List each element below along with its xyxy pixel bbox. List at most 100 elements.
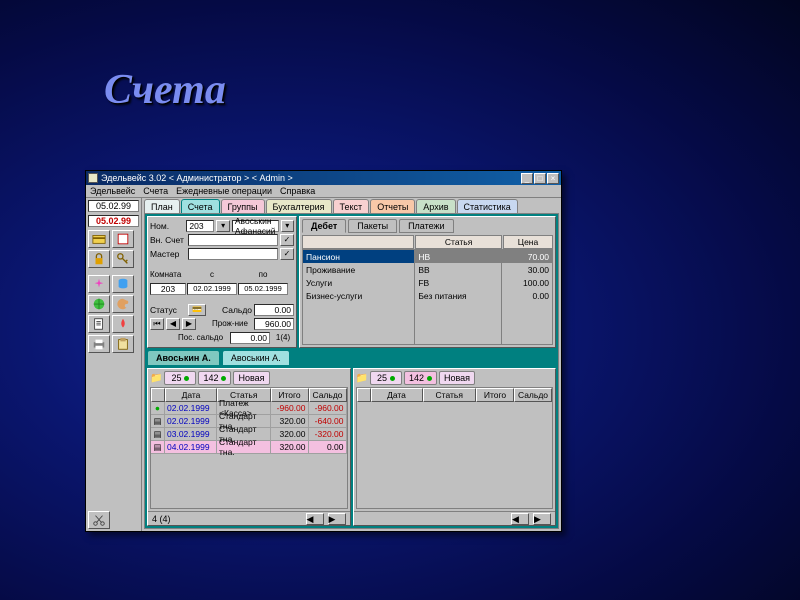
input-master[interactable] <box>188 248 278 260</box>
svc-article-3[interactable]: Без питания <box>415 289 501 302</box>
svc-name-2[interactable]: Услуги <box>303 276 414 289</box>
tool-key-icon[interactable] <box>112 250 134 268</box>
nom-dropdown-icon[interactable]: ▾ <box>216 220 229 232</box>
svc-header-blank <box>302 235 414 249</box>
tab-accounting[interactable]: Бухгалтерия <box>266 199 332 213</box>
pill-right-25[interactable]: 25 <box>370 371 402 385</box>
ledger-right-body[interactable] <box>357 402 553 508</box>
value-proj: 960.00 <box>254 318 294 330</box>
guest-tab-1[interactable]: Авоськин А. <box>147 350 220 366</box>
svc-grid[interactable]: Пансион Проживание Услуги Бизнес-услуги … <box>302 249 553 345</box>
services-panel: Дебет Пакеты Платежи Статья Цена Пансион <box>299 216 556 348</box>
menu-accounts[interactable]: Счета <box>143 186 168 196</box>
nav-prev-icon[interactable]: ◀ <box>166 318 180 330</box>
svc-name-1[interactable]: Проживание <box>303 263 414 276</box>
tab-accounts[interactable]: Счета <box>181 199 220 213</box>
tab-plan[interactable]: План <box>144 199 180 213</box>
workspace: Ном. 203 ▾ Авоськин Афанасий ▾ Вн. Счет … <box>144 213 559 529</box>
row-saldo: -640.00 <box>309 415 347 428</box>
tab-reports[interactable]: Отчеты <box>370 199 415 213</box>
gh-saldo[interactable]: Сальдо <box>309 388 347 402</box>
close-button[interactable]: × <box>547 173 559 184</box>
value-posaldo: 0.00 <box>230 332 270 344</box>
gh-date[interactable]: Дата <box>165 388 217 402</box>
slide-title: Счета <box>104 66 226 114</box>
tool-clipboard-icon[interactable] <box>112 335 134 353</box>
ledger-left-body[interactable]: ● 02.02.1999 Платеж <Касса> -960.00 -960… <box>151 402 347 508</box>
date-primary[interactable]: 05.02.99 <box>88 200 139 212</box>
svc-tab-packages[interactable]: Пакеты <box>348 219 397 233</box>
tool-printer-icon[interactable] <box>88 335 110 353</box>
svc-tab-payments[interactable]: Платежи <box>399 219 454 233</box>
tab-stats[interactable]: Статистика <box>457 199 518 213</box>
label-proj: Прож-ние <box>212 319 252 328</box>
pill-right-142[interactable]: 142 <box>404 371 437 385</box>
ledger-left-status: 4 (4) ◀ ▶ <box>148 511 350 525</box>
date-secondary[interactable]: 05.02.99 <box>88 215 139 227</box>
svc-name-0[interactable]: Пансион <box>303 250 414 263</box>
gh-icon <box>357 388 371 402</box>
main-tabstrip: План Счета Группы Бухгалтерия Текст Отче… <box>142 198 561 213</box>
svc-name-3[interactable]: Бизнес-услуги <box>303 289 414 302</box>
svc-price-1[interactable]: 30.00 <box>502 263 552 276</box>
input-nom[interactable]: 203 <box>186 220 214 232</box>
pill-left-142[interactable]: 142 <box>198 371 231 385</box>
gh-total[interactable]: Итого <box>271 388 309 402</box>
maximize-button[interactable]: □ <box>534 173 546 184</box>
scroll-left-icon[interactable]: ◀ <box>511 513 529 525</box>
gh-article[interactable]: Статья <box>423 388 477 402</box>
tool-drop-icon[interactable] <box>112 315 134 333</box>
guest-dropdown-icon[interactable]: ▾ <box>281 220 294 232</box>
tool-palette-icon[interactable] <box>112 295 134 313</box>
guest-tab-2[interactable]: Авоськин А. <box>222 350 290 366</box>
tool-scissors-icon[interactable] <box>88 511 110 529</box>
label-posaldo: Пос. сальдо <box>178 333 228 342</box>
svc-article-2[interactable]: FB <box>415 276 501 289</box>
nav-first-icon[interactable]: ⏮ <box>150 318 164 330</box>
menu-help[interactable]: Справка <box>280 186 315 196</box>
app-window: Эдельвейс 3.02 < Администратор > < Admin… <box>85 170 562 532</box>
pill-right-new[interactable]: Новая <box>439 371 475 385</box>
ledger-right-status: ◀ ▶ <box>354 511 556 525</box>
menu-daily-ops[interactable]: Ежедневные операции <box>176 186 272 196</box>
vn-check-icon[interactable]: ✓ <box>280 234 294 246</box>
svc-price-2[interactable]: 100.00 <box>502 276 552 289</box>
tool-db-icon[interactable] <box>112 275 134 293</box>
scroll-right-icon[interactable]: ▶ <box>328 513 346 525</box>
row-total: 320.00 <box>271 428 309 441</box>
nav-next-icon[interactable]: ▶ <box>182 318 196 330</box>
input-guest[interactable]: Авоськин Афанасий <box>232 220 279 232</box>
tool-book-icon[interactable] <box>112 230 134 248</box>
label-saldo: Сальдо <box>222 305 252 315</box>
svc-article-1[interactable]: BB <box>415 263 501 276</box>
tool-lock-icon[interactable] <box>88 250 110 268</box>
label-vn: Вн. Счет <box>150 235 186 245</box>
input-vn[interactable] <box>188 234 278 246</box>
master-check-icon[interactable]: ✓ <box>280 248 294 260</box>
status-card-icon[interactable]: 💳 <box>188 304 206 316</box>
tab-archive[interactable]: Архив <box>416 199 455 213</box>
scroll-left-icon[interactable]: ◀ <box>306 513 324 525</box>
svc-price-3[interactable]: 0.00 <box>502 289 552 302</box>
app-icon <box>88 173 98 183</box>
scroll-right-icon[interactable]: ▶ <box>533 513 551 525</box>
menu-edelweiss[interactable]: Эдельвейс <box>90 186 135 196</box>
gh-date[interactable]: Дата <box>371 388 423 402</box>
tool-doc-icon[interactable] <box>88 315 110 333</box>
tab-groups[interactable]: Группы <box>221 199 265 213</box>
pill-left-25[interactable]: 25 <box>164 371 196 385</box>
minimize-button[interactable]: _ <box>521 173 533 184</box>
tool-sparkle-icon[interactable] <box>88 275 110 293</box>
row-total: -960.00 <box>271 402 309 415</box>
svc-article-0[interactable]: HB <box>415 250 501 263</box>
ledger-left-count: 4 (4) <box>152 514 171 524</box>
row-icon: ▤ <box>151 415 165 428</box>
svc-tab-debit[interactable]: Дебет <box>302 219 346 233</box>
gh-total[interactable]: Итого <box>476 388 514 402</box>
tab-text[interactable]: Текст <box>333 199 370 213</box>
pill-left-new[interactable]: Новая <box>233 371 269 385</box>
tool-globe-icon[interactable] <box>88 295 110 313</box>
svc-price-0[interactable]: 70.00 <box>502 250 552 263</box>
tool-card-icon[interactable] <box>88 230 110 248</box>
gh-saldo[interactable]: Сальдо <box>514 388 552 402</box>
